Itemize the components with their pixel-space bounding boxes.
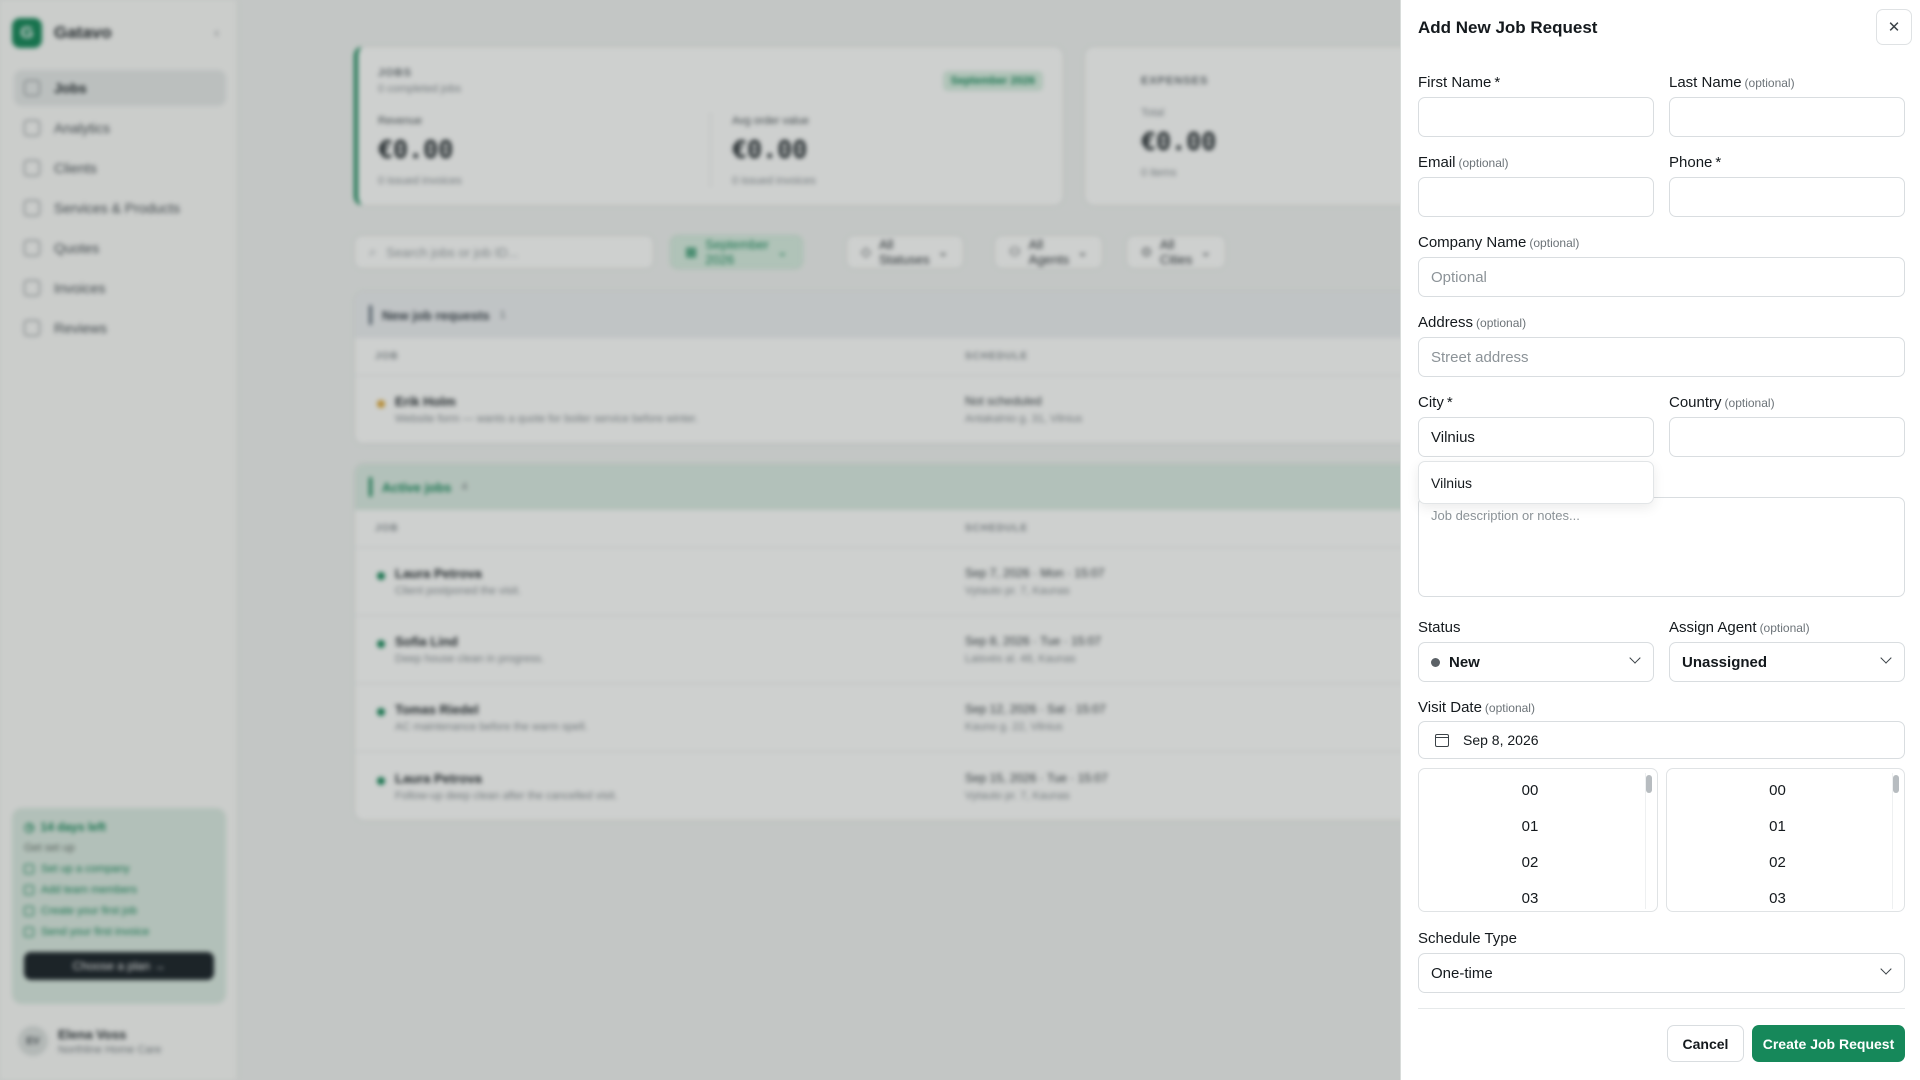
address-field[interactable]: Street address [1418, 337, 1905, 377]
country-field[interactable] [1669, 417, 1905, 457]
optional-mark: (optional) [1759, 621, 1810, 635]
label-text: Email [1418, 154, 1456, 171]
optional-mark: (optional) [1744, 76, 1795, 90]
create-job-request-button[interactable]: Create Job Request [1752, 1025, 1905, 1062]
last-name-field[interactable] [1669, 97, 1905, 137]
status-dot-icon [1431, 657, 1440, 667]
calendar-icon [1435, 733, 1449, 747]
label-text: Address [1418, 314, 1474, 331]
minute-option[interactable]: 02 [1667, 844, 1888, 880]
first-name-field[interactable] [1418, 97, 1654, 137]
schedule-type-select[interactable]: One-time [1418, 953, 1905, 993]
visit-date-field[interactable]: Sep 8, 2026 [1418, 721, 1905, 759]
phone-field[interactable] [1669, 177, 1905, 217]
hour-option[interactable]: 01 [1419, 808, 1641, 844]
optional-mark: (optional) [1529, 236, 1580, 250]
first-name-label: First Name * [1418, 74, 1500, 91]
agent-label: Assign Agent (optional) [1669, 619, 1810, 636]
optional-mark: (optional) [1724, 396, 1775, 410]
drawer-title: Add New Job Request [1418, 18, 1598, 37]
address-label: Address (optional) [1418, 314, 1526, 331]
hour-picker[interactable]: 00 01 02 03 [1418, 768, 1658, 912]
required-mark: * [1494, 74, 1501, 91]
hour-scrollbar[interactable] [1645, 773, 1653, 909]
email-field[interactable] [1418, 177, 1654, 217]
label-text: Assign Agent [1669, 619, 1757, 636]
scrollbar-thumb[interactable] [1646, 775, 1652, 793]
cancel-button[interactable]: Cancel [1667, 1025, 1744, 1062]
schedule-type-value: One-time [1431, 964, 1493, 982]
country-label: Country (optional) [1669, 394, 1775, 411]
hour-option[interactable]: 03 [1419, 880, 1641, 911]
chevron-down-icon [1880, 652, 1892, 664]
required-mark: * [1715, 154, 1722, 171]
close-button[interactable]: ✕ [1876, 9, 1912, 45]
optional-mark: (optional) [1476, 316, 1527, 330]
notes-textarea[interactable]: Job description or notes... [1418, 497, 1905, 597]
company-label: Company Name (optional) [1418, 234, 1579, 251]
phone-label: Phone * [1669, 154, 1721, 171]
placeholder-text: Street address [1431, 348, 1529, 366]
scrollbar-thumb[interactable] [1893, 775, 1899, 793]
optional-mark: (optional) [1484, 701, 1535, 715]
company-name-field[interactable]: Optional [1418, 257, 1905, 297]
last-name-label: Last Name (optional) [1669, 74, 1795, 91]
modal-backdrop[interactable] [0, 0, 1400, 1080]
city-suggestion-item[interactable]: Vilnius [1418, 461, 1654, 504]
minute-option[interactable]: 00 [1667, 772, 1888, 808]
label-text: Phone [1669, 154, 1713, 171]
chevron-down-icon [1880, 963, 1892, 975]
status-select[interactable]: New [1418, 642, 1654, 682]
status-value: New [1449, 653, 1480, 671]
label-text: Last Name [1669, 74, 1742, 91]
label-text: Visit Date [1418, 699, 1482, 716]
placeholder-text: Optional [1431, 268, 1487, 286]
chevron-down-icon [1629, 652, 1641, 664]
status-label: Status [1418, 619, 1461, 636]
hour-option[interactable]: 00 [1419, 772, 1641, 808]
label-text: First Name [1418, 74, 1492, 91]
visit-date-value: Sep 8, 2026 [1463, 732, 1539, 748]
agent-select[interactable]: Unassigned [1669, 642, 1905, 682]
email-label: Email (optional) [1418, 154, 1509, 171]
agent-value: Unassigned [1682, 653, 1768, 671]
minute-option[interactable]: 01 [1667, 808, 1888, 844]
label-text: City [1418, 394, 1444, 411]
label-text: Country [1669, 394, 1722, 411]
hour-option[interactable]: 02 [1419, 844, 1641, 880]
minute-scrollbar[interactable] [1892, 773, 1900, 909]
minute-picker[interactable]: 00 01 02 03 [1666, 768, 1905, 912]
visit-date-label: Visit Date (optional) [1418, 699, 1535, 716]
close-icon: ✕ [1887, 19, 1901, 36]
footer-divider [1418, 1008, 1905, 1009]
placeholder-text: Job description or notes... [1431, 508, 1580, 523]
minute-option[interactable]: 03 [1667, 880, 1888, 911]
schedule-type-label: Schedule Type [1418, 930, 1517, 947]
add-job-request-drawer: Add New Job Request ✕ First Name * Last N… [1400, 0, 1920, 1080]
city-field[interactable]: Vilnius [1418, 417, 1654, 457]
required-mark: * [1446, 394, 1453, 411]
optional-mark: (optional) [1458, 156, 1509, 170]
city-label: City * [1418, 394, 1453, 411]
label-text: Company Name [1418, 234, 1527, 251]
